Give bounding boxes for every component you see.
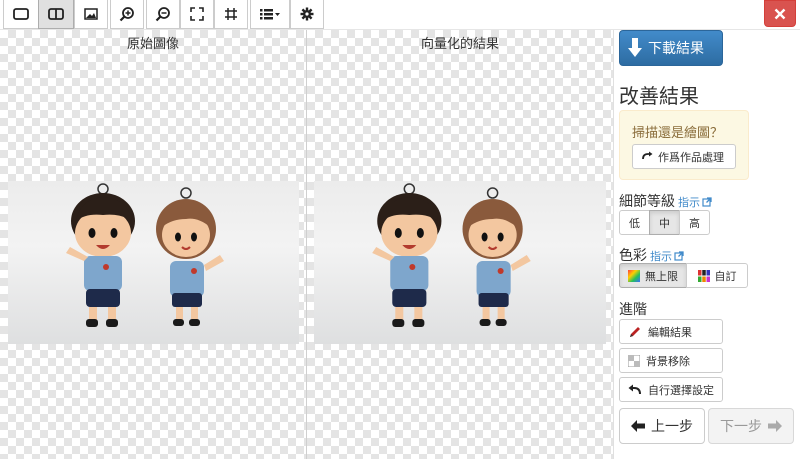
palette-grid-icon	[697, 269, 710, 282]
next-step-label: 下一步	[720, 419, 762, 435]
actual-size-button[interactable]	[214, 0, 248, 29]
gear-icon	[300, 7, 314, 21]
custom-settings-button[interactable]: 自行選擇設定	[619, 377, 723, 402]
color-custom-button[interactable]: 自訂	[686, 263, 748, 288]
next-step-button[interactable]: 下一步	[708, 408, 794, 444]
download-button[interactable]: 下載結果	[619, 30, 723, 66]
color-hint-link[interactable]: 指示	[650, 250, 672, 263]
settings-button[interactable]	[290, 0, 324, 29]
zoom-out-button[interactable]	[146, 0, 180, 29]
list-menu-button[interactable]	[250, 0, 290, 29]
external-link-icon	[702, 197, 712, 207]
redo-arrow-icon	[642, 151, 653, 159]
previous-step-label: 上一步	[651, 419, 693, 435]
download-arrow-icon	[628, 38, 642, 57]
treat-as-artwork-button[interactable]: 作爲作品處理	[632, 144, 736, 169]
background-removal-label: 背景移除	[646, 354, 690, 368]
detail-level-label: 細節等級 指示	[619, 191, 712, 211]
vector-result-pane[interactable]: 向量化的結果	[307, 30, 613, 459]
vectorizer-app: 原始圖像 向量化的結果 下載結果 改善結果 掃描還是繪圖？ 作爲作品處理 細節等…	[0, 0, 800, 459]
scan-or-drawing-box: 掃描還是繪圖？ 作爲作品處理	[619, 110, 749, 180]
edit-result-button[interactable]: 編輯結果	[619, 319, 723, 344]
detail-label-text: 細節等級	[619, 194, 675, 210]
split-view-icon	[48, 8, 64, 20]
detail-low-button[interactable]: 低	[619, 210, 650, 235]
vector-result-image	[314, 181, 606, 344]
detail-level-group: 低 中 高	[619, 210, 710, 235]
single-view-button[interactable]	[3, 0, 39, 29]
art-button-label: 作爲作品處理	[658, 150, 724, 164]
image-view-button[interactable]	[74, 0, 108, 29]
color-label: 色彩 指示	[619, 245, 684, 265]
download-label: 下載結果	[648, 41, 704, 57]
external-link-icon	[674, 251, 684, 261]
vector-pane-title: 向量化的結果	[420, 37, 499, 52]
actual-size-icon	[225, 8, 237, 20]
fit-screen-button[interactable]	[180, 0, 214, 29]
detail-medium-button[interactable]: 中	[649, 210, 680, 235]
previous-step-button[interactable]: 上一步	[619, 408, 705, 444]
single-view-icon	[13, 8, 29, 20]
color-unlimited-label: 無上限	[645, 269, 678, 283]
color-custom-label: 自訂	[714, 269, 737, 283]
undo-arrow-icon	[628, 384, 641, 394]
edit-result-label: 編輯結果	[648, 325, 692, 339]
zoom-out-icon	[155, 7, 170, 22]
color-unlimited-button[interactable]: 無上限	[619, 263, 687, 288]
image-icon	[84, 8, 98, 20]
original-pane-title: 原始圖像	[126, 37, 179, 52]
arrow-left-icon	[631, 420, 645, 432]
color-options-group: 無上限 自訂	[619, 263, 748, 288]
original-image	[8, 181, 299, 344]
detail-high-button[interactable]: 高	[679, 210, 710, 235]
scan-question: 掃描還是繪圖？	[632, 126, 724, 141]
rainbow-palette-icon	[628, 269, 640, 282]
background-removal-button[interactable]: 背景移除	[619, 348, 723, 373]
arrow-right-icon	[768, 420, 782, 432]
pencil-icon	[630, 326, 640, 337]
custom-settings-label: 自行選擇設定	[648, 383, 714, 397]
original-image-pane[interactable]: 原始圖像	[0, 30, 306, 459]
close-icon	[774, 8, 786, 19]
checkerboard-icon	[628, 354, 640, 367]
advanced-label: 進階	[619, 302, 647, 318]
improve-title: 改善結果	[619, 84, 699, 108]
zoom-in-button[interactable]	[110, 0, 144, 29]
zoom-in-icon	[119, 7, 134, 22]
split-view-button[interactable]	[38, 0, 74, 29]
fit-screen-icon	[190, 7, 204, 21]
detail-hint-link[interactable]: 指示	[678, 196, 700, 209]
sidebar: 下載結果 改善結果 掃描還是繪圖？ 作爲作品處理 細節等級 指示 低 中 高 色彩…	[614, 30, 800, 459]
toolbar	[0, 0, 800, 30]
list-menu-icon	[260, 9, 280, 20]
close-button[interactable]	[764, 0, 796, 27]
color-label-text: 色彩	[619, 248, 647, 264]
